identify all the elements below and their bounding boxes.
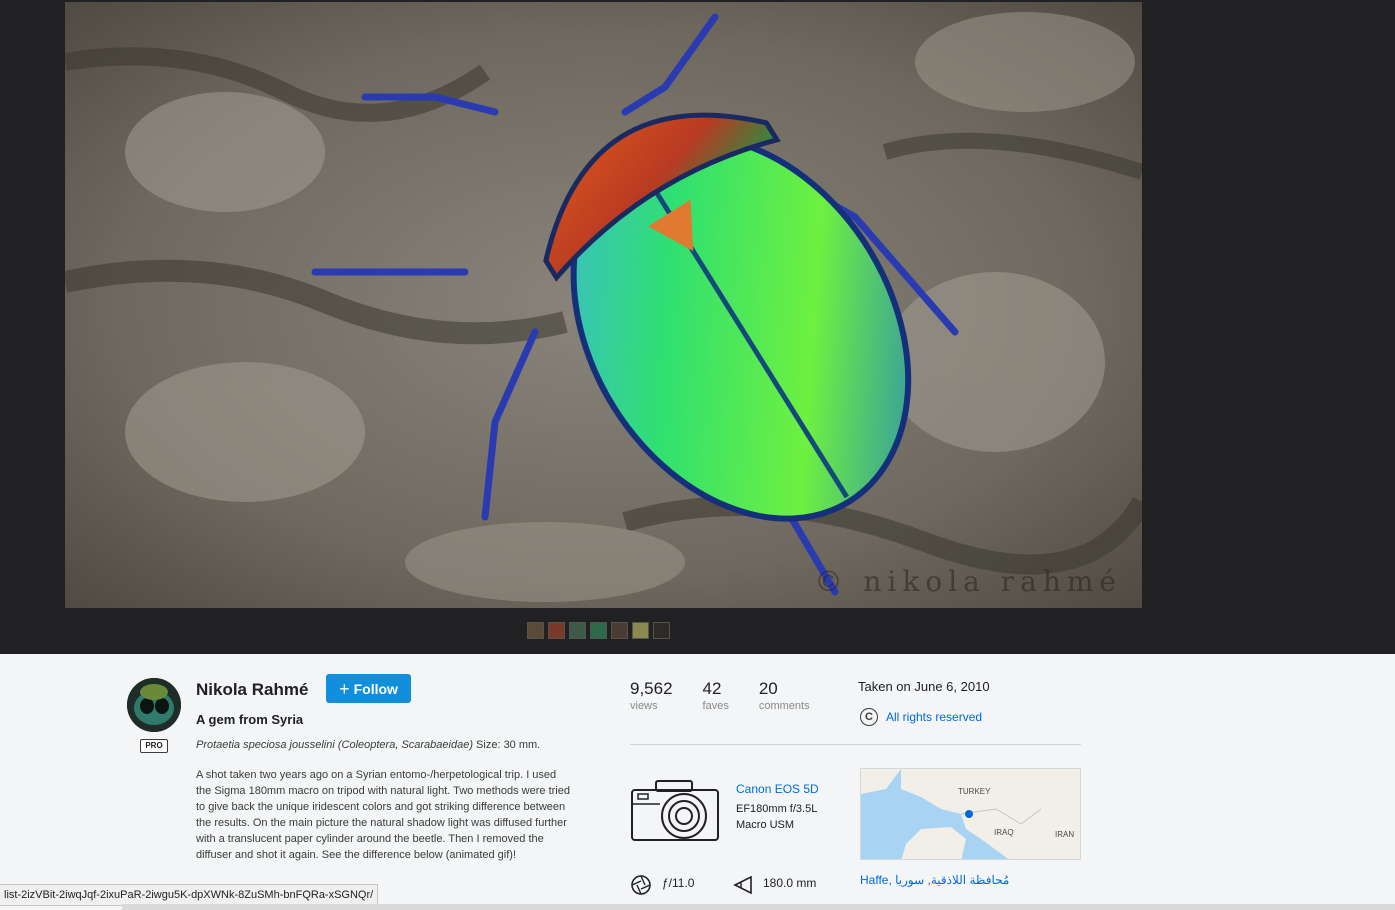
license-link[interactable]: C All rights reserved bbox=[860, 708, 982, 726]
stat-label: faves bbox=[702, 700, 729, 712]
beetle-photo-image bbox=[65, 2, 1142, 608]
stat-label: views bbox=[630, 700, 658, 712]
status-bar-url: list-2izVBit-2iwqJqf-2ixuPaR-2iwgu5K-dpX… bbox=[0, 884, 379, 906]
aperture-icon bbox=[631, 875, 651, 895]
photo-info-panel: PRO Nikola Rahmé + Follow A gem from Syr… bbox=[0, 654, 1395, 910]
camera-name[interactable]: Canon EOS 5D bbox=[736, 782, 819, 796]
follow-button[interactable]: + Follow bbox=[326, 674, 411, 703]
filmstrip-thumb[interactable] bbox=[632, 622, 649, 639]
horizontal-scrollbar[interactable] bbox=[122, 904, 1395, 910]
photo-stage: © nikola rahmé bbox=[0, 0, 1395, 654]
description-body: A shot taken two years ago on a Syrian e… bbox=[196, 769, 570, 861]
filmstrip-thumb[interactable] bbox=[653, 622, 670, 639]
copyright-icon: C bbox=[860, 708, 878, 726]
photo-watermark: © nikola rahmé bbox=[814, 565, 1122, 598]
pro-badge: PRO bbox=[140, 739, 168, 753]
stat-faves[interactable]: 42 faves bbox=[703, 679, 729, 712]
filmstrip bbox=[527, 622, 670, 639]
camera-icon bbox=[631, 780, 719, 841]
photo-title: A gem from Syria bbox=[196, 712, 304, 727]
main-photo[interactable]: © nikola rahmé bbox=[65, 2, 1142, 608]
filmstrip-thumb[interactable] bbox=[569, 622, 586, 639]
author-name[interactable]: Nikola Rahmé bbox=[196, 680, 308, 700]
license-label: All rights reserved bbox=[886, 710, 983, 724]
map-label: IRAN bbox=[1055, 830, 1074, 839]
stat-comments[interactable]: 20 comments bbox=[759, 679, 810, 712]
date-taken[interactable]: Taken on June 6, 2010 bbox=[858, 679, 990, 694]
filmstrip-thumb[interactable] bbox=[611, 622, 628, 639]
filmstrip-thumb[interactable] bbox=[548, 622, 565, 639]
species-size: Size: 30 mm. bbox=[473, 739, 541, 751]
author-avatar[interactable] bbox=[127, 678, 181, 732]
filmstrip-thumb[interactable] bbox=[527, 622, 544, 639]
map-label: IRAQ bbox=[994, 828, 1014, 837]
location-map[interactable]: TURKEY IRAQ IRAN bbox=[860, 768, 1081, 860]
follow-label: Follow bbox=[353, 680, 398, 697]
aperture-value: ƒ/11.0 bbox=[662, 876, 695, 890]
photo-stats: 9,562 views 42 faves 20 comments bbox=[630, 679, 840, 712]
stat-value: 9,562 bbox=[630, 679, 673, 698]
stat-views: 9,562 views bbox=[630, 679, 673, 712]
species-line: Protaetia speciosa jousselini (Coleopter… bbox=[196, 737, 571, 753]
map-label: TURKEY bbox=[958, 787, 991, 796]
location-link[interactable]: Haffe, مُحافظة اللاذقية, سوريا bbox=[860, 873, 1009, 887]
stat-label: comments bbox=[758, 700, 810, 712]
plus-icon: + bbox=[339, 678, 350, 699]
stat-value: 20 bbox=[758, 679, 778, 698]
species-name: Protaetia speciosa jousselini (Coleopter… bbox=[196, 739, 473, 751]
lens-name: EF180mm f/3.5L Macro USM bbox=[736, 803, 817, 831]
stat-value: 42 bbox=[702, 679, 722, 698]
photo-description: Protaetia speciosa jousselini (Coleopter… bbox=[196, 737, 571, 877]
filmstrip-thumb[interactable] bbox=[590, 622, 607, 639]
focal-length-value: 180.0 mm bbox=[763, 876, 817, 890]
divider bbox=[630, 744, 1081, 745]
focal-length-icon bbox=[733, 875, 752, 895]
